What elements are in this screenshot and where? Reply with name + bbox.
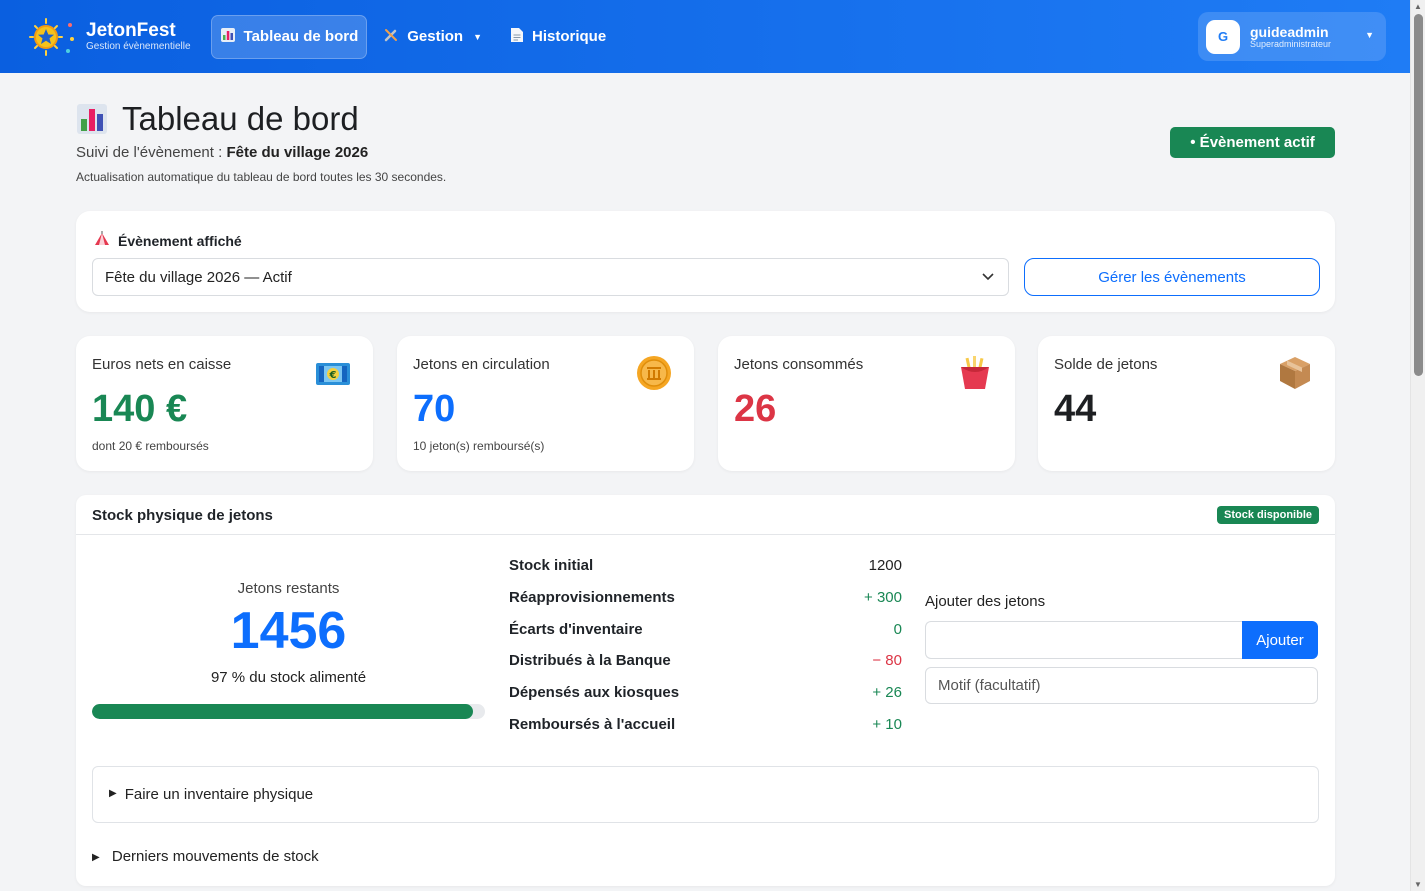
fries-icon <box>957 355 993 391</box>
stock-progress-fill <box>92 704 474 719</box>
add-tokens-label: Ajouter des jetons <box>925 593 1046 610</box>
event-status-badge: • Évènement actif <box>1170 127 1335 158</box>
money-icon: € <box>315 355 351 391</box>
stat-card-euros: Euros nets en caisse 140 € dont 20 € rem… <box>76 336 373 471</box>
stock-status-badge: Stock disponible <box>1216 506 1319 524</box>
page-title: Tableau de bord <box>122 100 359 137</box>
tools-icon <box>383 27 399 47</box>
stock-progress-bar <box>92 704 485 719</box>
scroll-up-arrow-icon[interactable]: ▲ <box>1414 2 1422 11</box>
stat-label: Solde de jetons <box>1054 356 1158 373</box>
top-navbar: JetonFest Gestion évènementielle Tableau… <box>0 0 1410 73</box>
remaining-percent: 97 % du stock alimenté <box>210 669 367 686</box>
user-role: Superadministrateur <box>1250 38 1332 49</box>
refresh-note: Actualisation automatique du tableau de … <box>76 170 447 184</box>
event-select[interactable]: Fête du village 2026 — Actif <box>92 258 1009 296</box>
stat-label: Euros nets en caisse <box>92 356 232 373</box>
nav-dashboard-label: Tableau de bord <box>243 28 359 45</box>
stat-card-circulation: Jetons en circulation 70 10 jeton(s) rem… <box>397 336 694 471</box>
logo-icon <box>26 15 76 59</box>
bar-chart-icon <box>76 103 108 135</box>
page-header: Tableau de bord Suivi de l'évènement : F… <box>76 100 446 184</box>
stat-sub: dont 20 € remboursés <box>92 439 209 453</box>
nav-historique[interactable]: Historique <box>502 15 614 59</box>
event-subtitle: Suivi de l'évènement : Fête du village 2… <box>76 144 369 161</box>
stat-value: 26 <box>734 388 777 430</box>
scrollbar-thumb[interactable] <box>1414 14 1423 376</box>
stock-row: Dépensés aux kiosques + 26 <box>509 684 902 702</box>
tent-icon <box>94 231 110 250</box>
stock-card: Stock physique de jetons Stock disponibl… <box>76 495 1335 886</box>
brand[interactable]: JetonFest Gestion évènementielle <box>26 15 191 59</box>
app-subtitle: Gestion évènementielle <box>86 40 191 52</box>
event-picker-label: Évènement affiché <box>118 232 242 249</box>
remaining-value: 1456 <box>230 602 347 660</box>
chevron-down-icon: ▼ <box>1365 30 1374 40</box>
nav-dashboard[interactable]: Tableau de bord <box>210 14 368 59</box>
remaining-label: Jetons restants <box>237 580 340 597</box>
inventory-toggle-label: Faire un inventaire physique <box>124 786 314 803</box>
stat-label: Jetons consommés <box>734 356 864 373</box>
stock-title: Stock physique de jetons <box>92 507 273 524</box>
add-tokens-input[interactable] <box>925 621 1242 659</box>
chevron-down-icon: ▼ <box>473 31 483 42</box>
inventory-toggle[interactable]: ▶ Faire un inventaire physique <box>92 766 1319 823</box>
chevron-down-icon <box>982 270 994 284</box>
user-name: guideadmin <box>1250 23 1329 40</box>
event-select-value: Fête du village 2026 — Actif <box>105 268 292 286</box>
event-picker-card: Évènement affiché Fête du village 2026 —… <box>76 211 1335 312</box>
bar-chart-icon <box>220 27 236 47</box>
avatar: G <box>1206 19 1240 54</box>
stat-value: 70 <box>413 388 456 430</box>
stock-row: Écarts d'inventaire 0 <box>509 620 902 638</box>
stat-value: 44 <box>1054 388 1097 430</box>
movements-toggle-label: Derniers mouvements de stock <box>111 848 319 865</box>
nav-gestion-label: Gestion <box>407 28 464 45</box>
stat-label: Jetons en circulation <box>413 356 550 373</box>
scroll-down-arrow-icon[interactable]: ▼ <box>1414 880 1422 889</box>
triangle-right-icon: ▶ <box>92 852 100 863</box>
stock-row: Distribués à la Banque − 80 <box>509 652 902 670</box>
stat-sub: 10 jeton(s) remboursé(s) <box>413 439 545 453</box>
stat-value: 140 € <box>92 388 188 430</box>
stock-row: Remboursés à l'accueil + 10 <box>509 715 902 733</box>
package-icon <box>1277 355 1313 391</box>
svg-text:€: € <box>329 370 337 381</box>
event-name: Fête du village 2026 <box>226 144 369 161</box>
coin-icon <box>636 355 672 391</box>
page-scrollbar[interactable]: ▲ ▼ <box>1410 0 1425 891</box>
stock-row: Stock initial 1200 <box>509 557 902 575</box>
stock-row: Réapprovisionnements + 300 <box>509 589 902 607</box>
triangle-right-icon: ▶ <box>109 788 117 799</box>
stat-card-balance: Solde de jetons 44 <box>1038 336 1335 471</box>
stock-breakdown: Stock initial 1200 Réapprovisionnements + … <box>509 550 902 740</box>
document-icon <box>510 27 524 47</box>
app-title: JetonFest <box>86 19 176 41</box>
stat-card-consumed: Jetons consommés 26 <box>718 336 1015 471</box>
add-tokens-button[interactable]: Ajouter <box>1242 621 1318 659</box>
nav-gestion[interactable]: Gestion ▼ <box>375 15 490 59</box>
motif-input[interactable]: Motif (facultatif) <box>925 667 1318 704</box>
nav-historique-label: Historique <box>532 28 607 45</box>
user-menu[interactable]: G guideadmin Superadministrateur ▼ <box>1198 12 1386 61</box>
manage-events-button[interactable]: Gérer les évènements <box>1024 258 1320 296</box>
movements-toggle[interactable]: ▶ Derniers mouvements de stock <box>92 848 319 865</box>
